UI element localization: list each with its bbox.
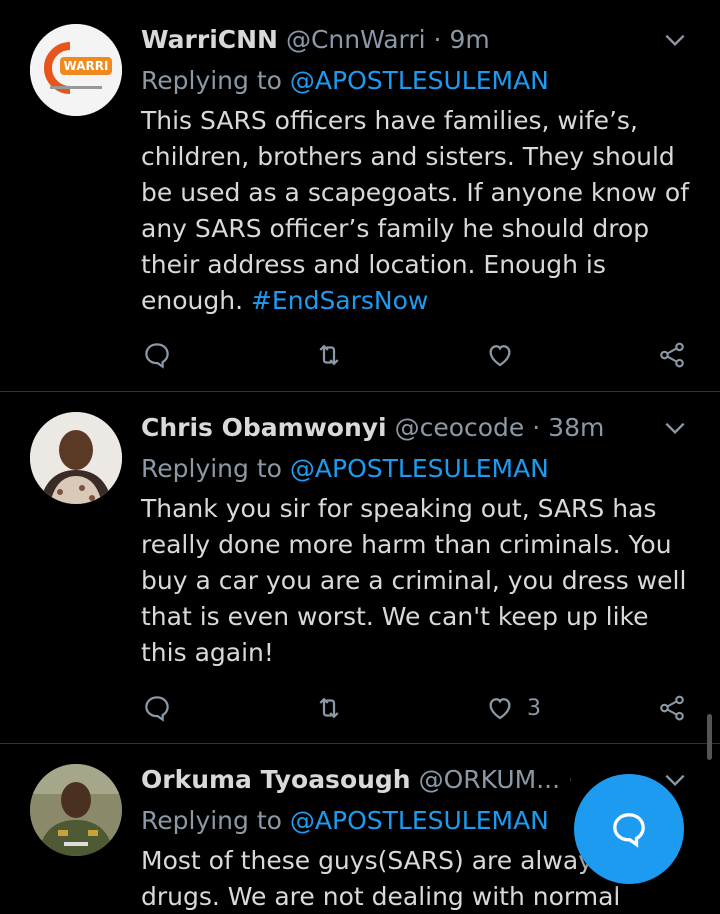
scrollbar-thumb[interactable]: [707, 714, 712, 760]
divider: [0, 391, 720, 392]
compose-reply-icon: [613, 813, 645, 848]
separator: ·: [532, 413, 541, 442]
compose-reply-button[interactable]: [574, 774, 684, 884]
tweet-actions: [0, 335, 720, 375]
chevron-down-icon[interactable]: [662, 415, 688, 441]
tweet-actions: 3: [0, 688, 720, 728]
share-icon: [660, 695, 684, 721]
retweet-button[interactable]: [314, 688, 344, 728]
reply-button[interactable]: [142, 335, 172, 375]
like-button[interactable]: 3: [485, 688, 541, 728]
avatar[interactable]: WARRI: [30, 24, 122, 116]
separator: ·: [568, 765, 571, 794]
author-handle[interactable]: @CnnWarri: [286, 25, 426, 54]
profile-photo: [30, 412, 122, 504]
hashtag-link[interactable]: #EndSarsNow: [251, 286, 428, 315]
tweet-text: Thank you sir for speaking out, SARS has…: [141, 491, 701, 671]
mention-link[interactable]: @APOSTLESULEMAN: [290, 806, 549, 835]
chevron-down-icon[interactable]: [662, 27, 688, 53]
svg-text:WARRI: WARRI: [64, 59, 109, 73]
avatar[interactable]: [30, 764, 122, 856]
replying-label: Replying to: [141, 454, 290, 483]
separator: ·: [433, 25, 442, 54]
replying-label: Replying to: [141, 806, 290, 835]
retweet-button[interactable]: [314, 335, 344, 375]
tweet-text: This SARS officers have families, wife’s…: [141, 103, 701, 319]
like-button[interactable]: [485, 335, 515, 375]
mention-link[interactable]: @APOSTLESULEMAN: [290, 454, 549, 483]
comment-icon: [145, 343, 169, 369]
share-button[interactable]: [657, 335, 687, 375]
replying-label: Replying to: [141, 66, 290, 95]
author-name[interactable]: Orkuma Tyoasough: [141, 765, 411, 794]
replying-to: Replying to @APOSTLESULEMAN: [141, 451, 549, 487]
author-name[interactable]: Chris Obamwonyi: [141, 413, 387, 442]
replying-to: Replying to @APOSTLESULEMAN: [141, 803, 549, 839]
heart-icon: [489, 698, 511, 720]
avatar[interactable]: [30, 412, 122, 504]
tweet-text-body: Thank you sir for speaking out, SARS has…: [141, 494, 687, 667]
timestamp[interactable]: 38m: [548, 413, 604, 442]
author-handle[interactable]: @ceocode: [395, 413, 525, 442]
tweet-header: Chris Obamwonyi @ceocode · 38m: [141, 410, 604, 446]
warri-logo: WARRI: [30, 24, 122, 116]
retweet-icon: [319, 344, 339, 366]
like-count: 3: [527, 695, 541, 721]
share-button[interactable]: [657, 688, 687, 728]
replying-to: Replying to @APOSTLESULEMAN: [141, 63, 549, 99]
mention-link[interactable]: @APOSTLESULEMAN: [290, 66, 549, 95]
heart-icon: [489, 345, 511, 367]
reply-button[interactable]: [142, 688, 172, 728]
retweet-icon: [319, 697, 339, 719]
tweet-text-body: This SARS officers have families, wife’s…: [141, 106, 690, 315]
author-handle[interactable]: @ORKUM...: [419, 765, 560, 794]
divider: [0, 743, 720, 744]
tweet-header: Orkuma Tyoasough @ORKUM... · 35m: [141, 762, 571, 798]
profile-photo: [30, 764, 122, 856]
share-icon: [660, 342, 684, 368]
tweet-header: WarriCNN @CnnWarri · 9m: [141, 22, 490, 58]
author-name[interactable]: WarriCNN: [141, 25, 278, 54]
timestamp[interactable]: 9m: [449, 25, 489, 54]
comment-icon: [145, 696, 169, 722]
